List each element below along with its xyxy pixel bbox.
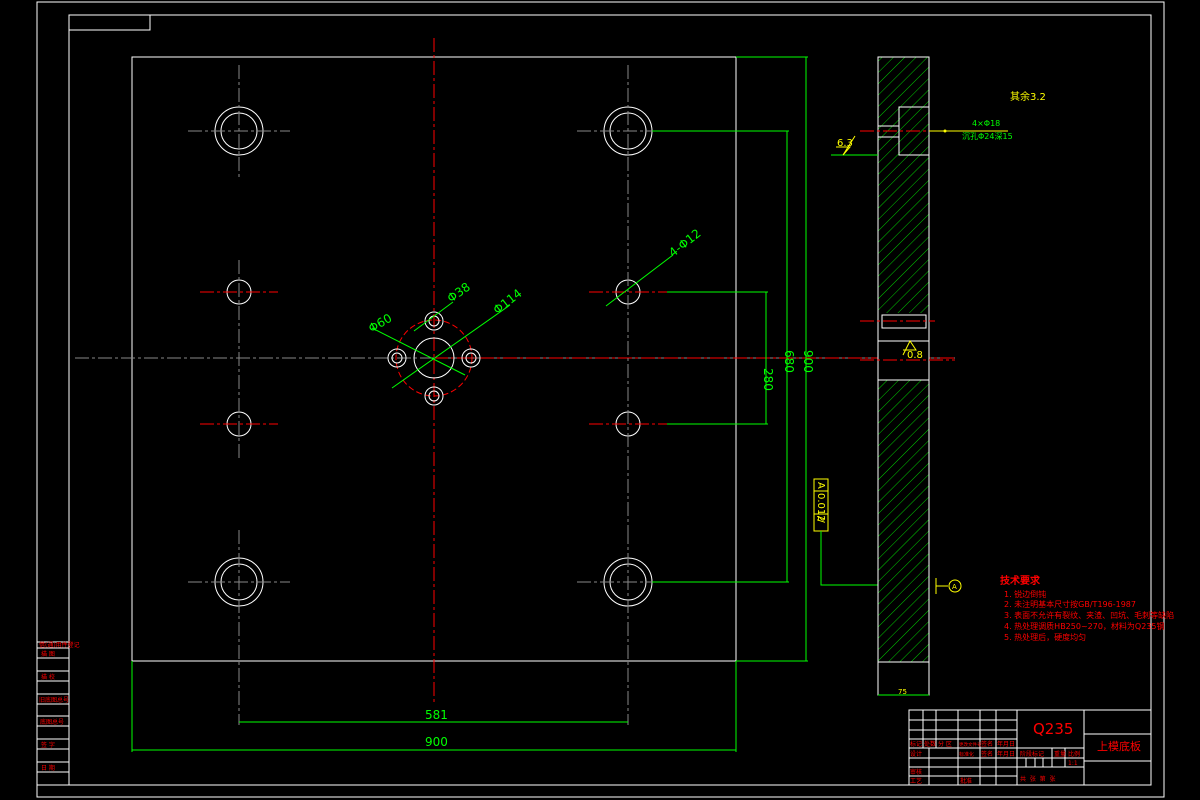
stamp-label: 底图总号 bbox=[40, 718, 64, 726]
svg-text:批准: 批准 bbox=[960, 777, 972, 785]
plate-side-view: A bbox=[831, 56, 1008, 696]
dim-center-small-hole: Φ38 bbox=[445, 280, 473, 306]
dim-bottom-inner: 581 bbox=[425, 708, 448, 722]
stamp-label: 旧底图总号 bbox=[39, 696, 69, 704]
part-name: 上模底板 bbox=[1097, 739, 1141, 753]
svg-text:签名: 签名 bbox=[981, 740, 993, 748]
dim-pcd: Φ114 bbox=[491, 286, 525, 317]
svg-text:技术要求: 技术要求 bbox=[1000, 574, 1041, 587]
technical-requirements: 技术要求 1. 锐边倒钝 2. 未注明基本尺寸按GB/T196-1987 3. … bbox=[1000, 574, 1174, 642]
svg-text:分 区: 分 区 bbox=[938, 740, 952, 748]
svg-text:A: A bbox=[815, 482, 826, 489]
datum-label: A bbox=[952, 583, 957, 591]
dim-right-mid: 680 bbox=[782, 350, 796, 373]
svg-text:重量: 重量 bbox=[1054, 750, 1066, 758]
svg-text:年月日: 年月日 bbox=[997, 750, 1015, 758]
dim-right-inner: 280 bbox=[761, 368, 775, 391]
stamp-label: 日 期 bbox=[41, 764, 55, 772]
plate-front-view: Φ60 Φ38 Φ114 4-Φ12 900 581 280 680 900 bbox=[75, 38, 955, 752]
counterbore-count: 4×Φ18 bbox=[972, 119, 1000, 128]
svg-text:共 张 第 张: 共 张 第 张 bbox=[1020, 775, 1055, 783]
svg-text:标记: 标记 bbox=[910, 740, 922, 748]
dim-bottom-overall: 900 bbox=[425, 735, 448, 749]
svg-text:比例: 比例 bbox=[1068, 750, 1080, 758]
stamp-label: 签 字 bbox=[41, 741, 55, 749]
svg-text:签名: 签名 bbox=[981, 750, 993, 758]
svg-text:处数: 处数 bbox=[924, 740, 936, 748]
svg-text:工艺: 工艺 bbox=[910, 777, 922, 785]
cad-drawing: 借(通)用件登记 描 图 描 校 旧底图总号 底图总号 签 字 日 期 Φ60 … bbox=[36, 1, 1174, 798]
svg-text:5. 热处理后，硬度均匀: 5. 热处理后，硬度均匀 bbox=[1004, 632, 1086, 642]
svg-text:审核: 审核 bbox=[910, 768, 922, 776]
svg-text:阶段标记: 阶段标记 bbox=[1020, 750, 1044, 758]
svg-text:3. 表面不允许有裂纹、夹渣、凹坑、毛刺等缺陷: 3. 表面不允许有裂纹、夹渣、凹坑、毛刺等缺陷 bbox=[1004, 610, 1174, 620]
counterbore-spec: 沉孔Φ24深15 bbox=[962, 132, 1013, 141]
title-block: Q235 上模底板 标记 处数 分 区 更改文件号 签名 年月日 设计 标准化 … bbox=[908, 709, 1152, 786]
roughness-center: 0.8 bbox=[907, 350, 923, 361]
stamp-label: 借(通)用件登记 bbox=[39, 641, 80, 649]
svg-text:设计: 设计 bbox=[910, 750, 922, 758]
roughness-rest: 其余3.2 bbox=[1010, 90, 1046, 103]
svg-text:更改文件号: 更改文件号 bbox=[959, 741, 982, 748]
stamp-label: 描 图 bbox=[41, 650, 55, 658]
corner-box bbox=[68, 14, 151, 31]
svg-text:2. 未注明基本尺寸按GB/T196-1987: 2. 未注明基本尺寸按GB/T196-1987 bbox=[1004, 599, 1136, 609]
tolerance-frame: A 0.012 // bbox=[813, 478, 878, 586]
stamp-label: 描 校 bbox=[41, 673, 55, 681]
side-stamp: 借(通)用件登记 描 图 描 校 旧底图总号 底图总号 签 字 日 期 bbox=[36, 641, 80, 786]
svg-text:4. 热处理调质HB250~270，材料为Q235钢: 4. 热处理调质HB250~270，材料为Q235钢 bbox=[1004, 621, 1165, 631]
svg-text:标准化: 标准化 bbox=[959, 751, 974, 758]
roughness-main: 6.3 bbox=[837, 138, 853, 149]
material: Q235 bbox=[1033, 720, 1073, 738]
dim-right-overall: 900 bbox=[801, 350, 815, 373]
dim-small-holes: 4-Φ12 bbox=[666, 226, 704, 260]
svg-text:年月日: 年月日 bbox=[997, 740, 1015, 748]
svg-text:1. 锐边倒钝: 1. 锐边倒钝 bbox=[1004, 589, 1046, 599]
svg-text:1:1: 1:1 bbox=[1068, 760, 1078, 767]
svg-text://: // bbox=[815, 516, 826, 523]
dim-thickness: 75 bbox=[898, 688, 907, 696]
